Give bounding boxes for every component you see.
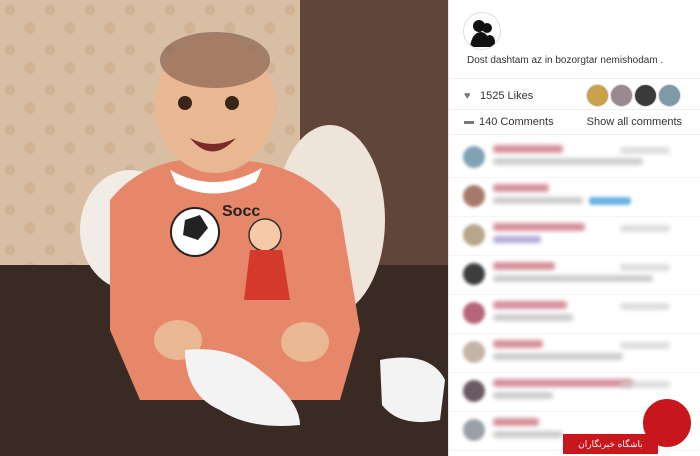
- comments-count: 140 Comments: [479, 116, 554, 128]
- avatar[interactable]: [463, 302, 485, 324]
- blurred-username[interactable]: [493, 379, 633, 387]
- blurred-comment: [493, 314, 573, 321]
- blurred-username[interactable]: [493, 340, 543, 348]
- avatar[interactable]: [463, 341, 485, 363]
- comment-icon: ▬: [464, 116, 474, 127]
- blurred-comment: [493, 158, 643, 165]
- liker-avatar[interactable]: [610, 84, 633, 107]
- blurred-comment: [493, 197, 583, 204]
- blurred-username[interactable]: [493, 262, 555, 270]
- blurred-time: [620, 342, 670, 349]
- blurred-time: [620, 264, 670, 271]
- watermark-label: باشگاه خبرنگاران: [563, 434, 658, 454]
- likes-row: ♥ 1525 Likes: [449, 81, 700, 110]
- comments-row: ▬ 140 Comments Show all comments: [449, 110, 700, 135]
- post-photo: Socc: [0, 0, 448, 456]
- avatar[interactable]: [463, 380, 485, 402]
- list-item: [449, 256, 700, 295]
- blurred-time: [620, 303, 670, 310]
- profile-avatar[interactable]: [463, 12, 501, 50]
- avatar[interactable]: [463, 263, 485, 285]
- list-item: [449, 217, 700, 256]
- list-item: [449, 178, 700, 217]
- svg-text:Socc: Socc: [222, 203, 260, 220]
- heart-icon[interactable]: ♥: [464, 90, 471, 102]
- blurred-username[interactable]: [493, 223, 585, 231]
- blurred-comment: [493, 275, 653, 282]
- list-item: [449, 139, 700, 178]
- blurred-username[interactable]: [493, 184, 549, 192]
- avatar[interactable]: [463, 419, 485, 441]
- blurred-time: [620, 381, 670, 388]
- show-all-comments-link[interactable]: Show all comments: [587, 116, 682, 128]
- liker-avatar[interactable]: [658, 84, 681, 107]
- list-item: [449, 295, 700, 334]
- post-header: Dost dashtam az in bozorgtar nemishodam …: [449, 0, 700, 79]
- avatar[interactable]: [463, 224, 485, 246]
- blurred-time: [620, 147, 670, 154]
- post-sidebar: Dost dashtam az in bozorgtar nemishodam …: [448, 0, 700, 456]
- avatar[interactable]: [463, 185, 485, 207]
- blurred-comment: [493, 353, 623, 360]
- blurred-comment: [493, 236, 541, 243]
- blurred-username[interactable]: [493, 301, 567, 309]
- liker-avatar[interactable]: [586, 84, 609, 107]
- blurred-comment: [493, 431, 563, 438]
- blurred-time: [620, 225, 670, 232]
- post-caption: Dost dashtam az in bozorgtar nemishodam …: [467, 55, 664, 66]
- likes-count[interactable]: 1525 Likes: [480, 90, 533, 102]
- blurred-mention[interactable]: [589, 197, 631, 205]
- blurred-username[interactable]: [493, 418, 539, 426]
- liker-avatar[interactable]: [634, 84, 657, 107]
- list-item: [449, 334, 700, 373]
- blurred-comment: [493, 392, 553, 399]
- avatar[interactable]: [463, 146, 485, 168]
- blurred-username[interactable]: [493, 145, 563, 153]
